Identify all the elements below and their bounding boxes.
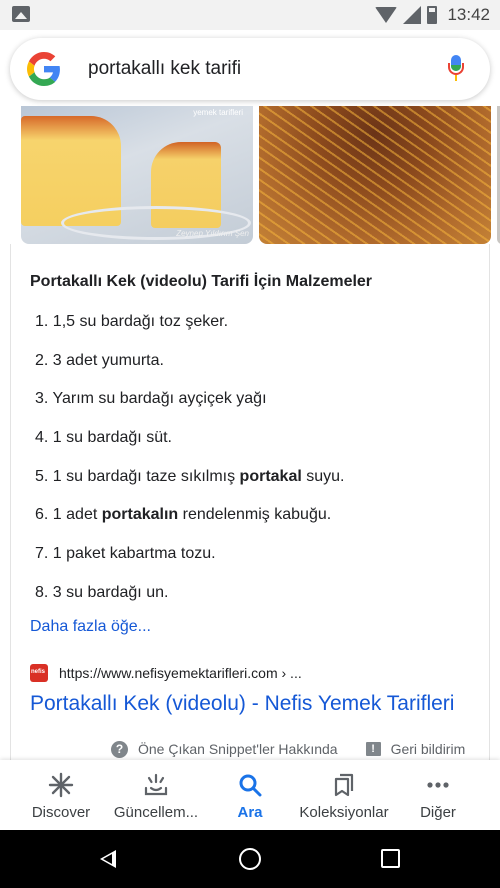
status-icons: 13:42 (375, 4, 490, 26)
list-item: 3. Yarım su bardağı ayçiçek yağı (35, 390, 267, 408)
tab-label: Güncellem... (113, 804, 199, 821)
image-signature: Zeynep Yıldırım Şen (176, 229, 249, 238)
back-icon[interactable] (100, 850, 116, 868)
system-nav-bar (0, 830, 500, 888)
tab-collections[interactable]: Koleksiyonlar (290, 760, 398, 830)
microphone-icon[interactable] (448, 55, 464, 83)
cake-image-2[interactable] (259, 106, 491, 244)
source-row[interactable]: https://www.nefisyemektarifleri.com › ..… (30, 662, 302, 684)
tab-updates[interactable]: Güncellem... (105, 760, 207, 830)
cake-image-1[interactable]: yemek tarifleri Zeynep Yıldırım Şen (21, 106, 253, 244)
asterisk-icon (48, 772, 74, 798)
cell-signal-icon (403, 6, 422, 24)
result-title-link[interactable]: Portakallı Kek (videolu) - Nefis Yemek T… (30, 692, 454, 716)
featured-snippet-card: Portakallı Kek (videolu) Tarifi İçin Mal… (10, 244, 490, 760)
search-icon (239, 774, 262, 797)
help-icon[interactable]: ? (111, 740, 128, 758)
search-bar[interactable]: portakallı kek tarifi (10, 38, 490, 100)
tab-label: Discover (31, 804, 91, 821)
tab-label: Diğer (420, 804, 456, 821)
bottom-navigation: Discover Güncellem... Ara Koleksiyonlar (0, 760, 500, 830)
list-item: 6. 1 adet portakalın rendelenmiş kabuğu. (35, 506, 332, 524)
feedback-link[interactable]: Geri bildirim (391, 741, 466, 757)
collections-icon (334, 773, 354, 797)
home-icon[interactable] (239, 848, 261, 870)
gallery-notification-icon (12, 6, 30, 22)
list-item: 7. 1 paket kabartma tozu. (35, 545, 216, 563)
image-carousel[interactable]: yemek tarifleri Zeynep Yıldırım Şen (0, 106, 500, 244)
more-dots-icon (427, 782, 449, 788)
updates-tray-icon (144, 773, 168, 796)
recent-apps-icon[interactable] (381, 849, 400, 868)
snippet-title: Portakallı Kek (videolu) Tarifi İçin Mal… (30, 273, 373, 290)
battery-icon (427, 6, 438, 24)
tab-search[interactable]: Ara (200, 760, 300, 830)
tab-more[interactable]: Diğer (392, 760, 484, 830)
search-input[interactable]: portakallı kek tarifi (88, 58, 241, 80)
snippet-footer: ? Öne Çıkan Snippet'ler Hakkında ! Geri … (111, 738, 465, 760)
clock: 13:42 (447, 5, 490, 24)
feedback-icon[interactable]: ! (365, 742, 381, 756)
site-favicon-icon (30, 664, 48, 682)
image-watermark: yemek tarifleri (193, 108, 243, 117)
more-items-link[interactable]: Daha fazla öğe... (30, 618, 151, 636)
tab-label: Koleksiyonlar (299, 804, 389, 821)
wifi-icon (375, 7, 398, 23)
list-item: 5. 1 su bardağı taze sıkılmış portakal s… (35, 467, 345, 485)
google-logo-icon (27, 52, 60, 86)
list-item: 1. 1,5 su bardağı toz şeker. (35, 313, 229, 330)
ingredient-list: 1. 1,5 su bardağı toz şeker. 2. 3 adet y… (35, 310, 344, 620)
list-item: 4. 1 su bardağı süt. (35, 429, 172, 447)
results-content[interactable]: yemek tarifleri Zeynep Yıldırım Şen Port… (0, 106, 500, 760)
list-item: 8. 3 su bardağı un. (35, 583, 169, 601)
tab-label: Ara (237, 804, 263, 821)
tab-discover[interactable]: Discover (10, 760, 112, 830)
status-bar: 13:42 (0, 0, 500, 30)
about-snippets-link[interactable]: Öne Çıkan Snippet'ler Hakkında (138, 741, 338, 757)
list-item: 2. 3 adet yumurta. (35, 351, 164, 369)
source-url[interactable]: https://www.nefisyemektarifleri.com › ..… (59, 665, 302, 681)
